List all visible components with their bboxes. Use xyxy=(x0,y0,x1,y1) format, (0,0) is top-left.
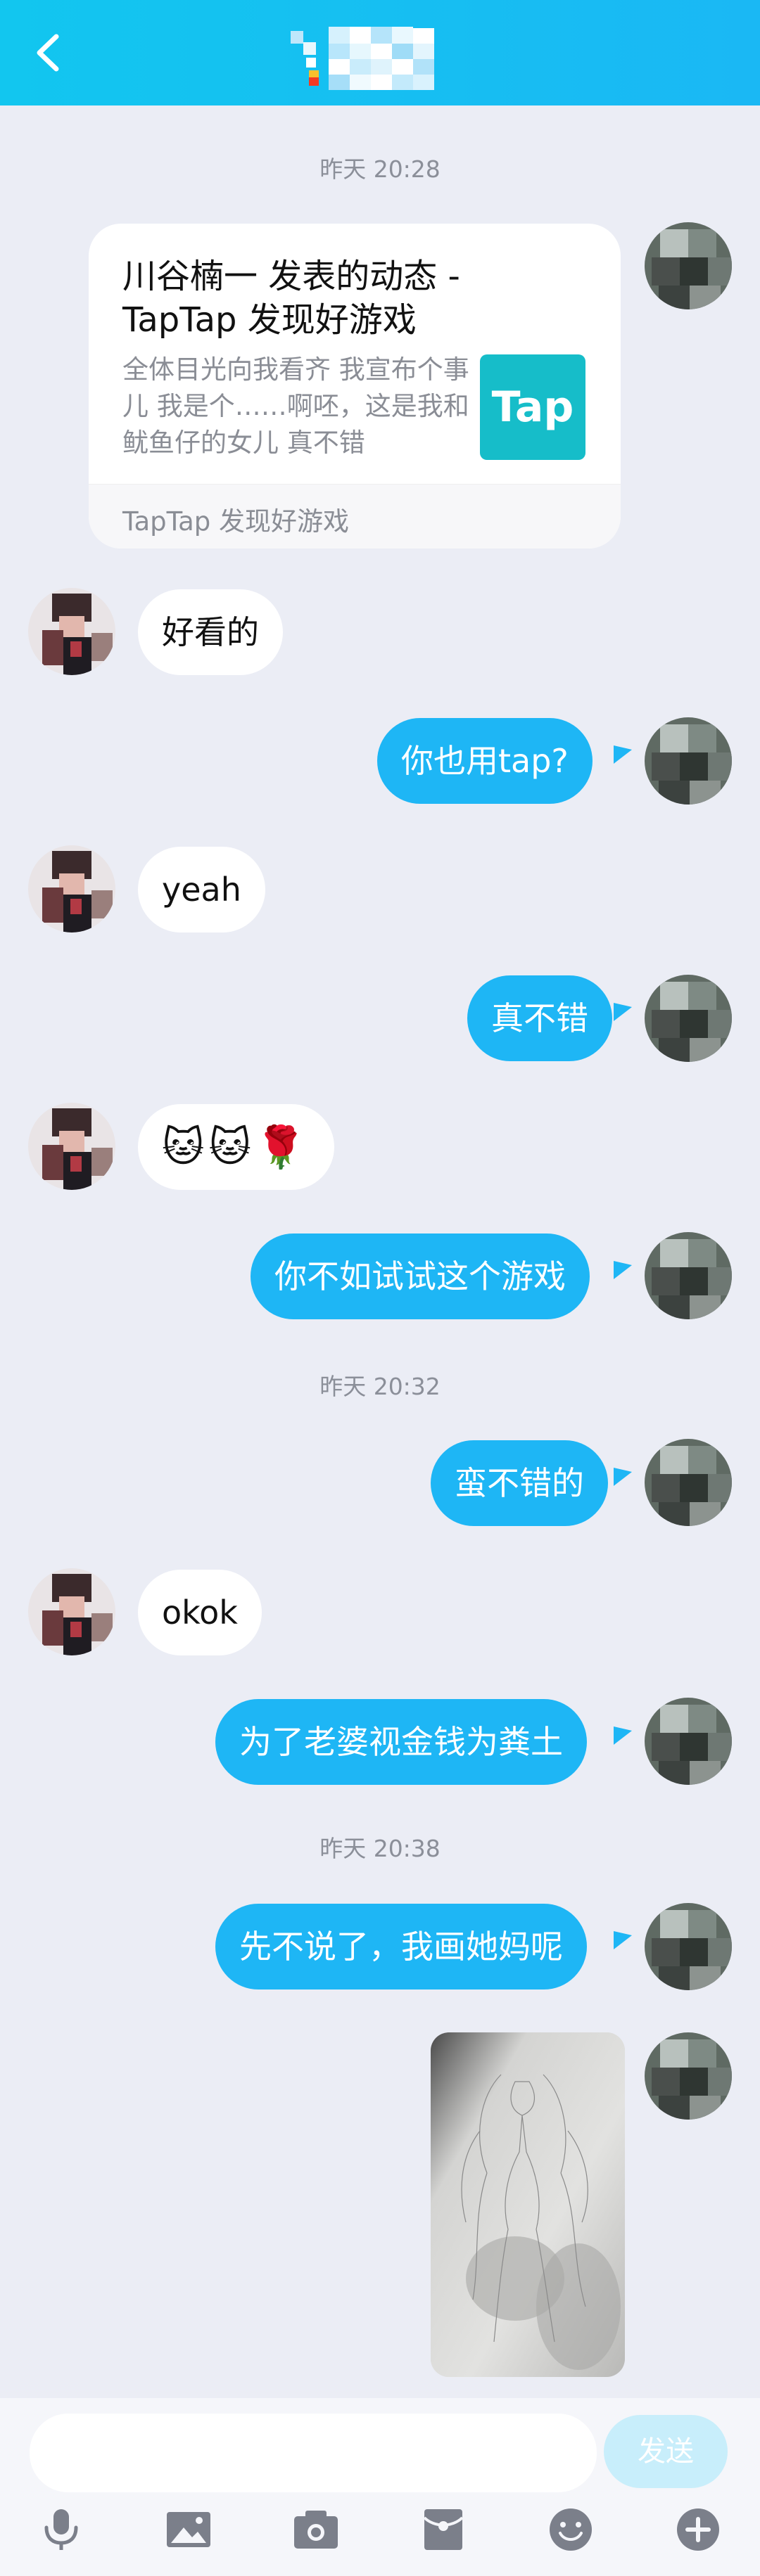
card-title: 川谷楠一 发表的动态 - TapTap 发现好游戏 xyxy=(122,257,460,340)
card-footer: TapTap 发现好游戏 xyxy=(89,484,621,549)
chevron-left-icon[interactable] xyxy=(28,28,70,77)
card-source: TapTap 发现好游戏 xyxy=(122,506,350,537)
message-bubble-outgoing[interactable]: 真不错 xyxy=(467,975,612,1061)
red-packet-icon[interactable] xyxy=(419,2505,468,2554)
avatar-self[interactable] xyxy=(645,1698,732,1785)
emoji-icon[interactable] xyxy=(546,2505,595,2554)
microphone-icon[interactable] xyxy=(37,2505,86,2554)
camera-icon[interactable] xyxy=(291,2505,341,2554)
avatar-self[interactable] xyxy=(645,1439,732,1526)
timestamp: 昨天 20:28 xyxy=(319,155,441,183)
bubble-tail xyxy=(614,1003,632,1021)
avatar-friend[interactable] xyxy=(28,1103,115,1190)
message-input[interactable] xyxy=(30,2414,597,2492)
avatar-self[interactable] xyxy=(645,975,732,1062)
sketch-photo-message[interactable] xyxy=(431,2032,625,2377)
message-bubble-incoming[interactable]: yeah xyxy=(138,847,265,933)
avatar-friend[interactable] xyxy=(28,588,115,675)
chat-title-pixelated xyxy=(285,14,447,91)
avatar-self[interactable] xyxy=(645,717,732,805)
avatar-self[interactable] xyxy=(645,1232,732,1319)
avatar-friend[interactable] xyxy=(28,845,115,933)
bubble-tail xyxy=(614,1931,632,1949)
message-bubble-incoming[interactable]: okok xyxy=(138,1570,262,1655)
avatar-self[interactable] xyxy=(645,1903,732,1990)
card-description: 全体目光向我看齐 我宣布个事儿 我是个……啊呸，这是我和鱿鱼仔的女儿 真不错 xyxy=(122,354,469,458)
message-bubble-outgoing[interactable]: 你也用tap? xyxy=(377,718,593,804)
message-bubble-outgoing[interactable]: 先不说了，我画她妈呢 xyxy=(215,1904,587,1989)
plus-icon[interactable] xyxy=(673,2505,723,2554)
send-button[interactable]: 发送 xyxy=(604,2415,728,2488)
pencil-sketch-image xyxy=(431,2032,625,2377)
message-bubble-outgoing[interactable]: 为了老婆视金钱为粪土 xyxy=(215,1699,587,1785)
bubble-tail xyxy=(614,1468,632,1486)
avatar-self[interactable] xyxy=(645,222,732,309)
avatar-self[interactable] xyxy=(645,2032,732,2120)
message-bubble-incoming[interactable]: 好看的 xyxy=(138,589,283,675)
timestamp: 昨天 20:32 xyxy=(319,1373,441,1400)
bubble-tail xyxy=(614,1726,632,1745)
message-bubble-outgoing[interactable]: 你不如试试这个游戏 xyxy=(251,1233,590,1319)
bubble-tail xyxy=(614,1261,632,1279)
avatar-friend[interactable] xyxy=(28,1568,115,1655)
message-bubble-incoming-emoji[interactable]: 🐱🐱🌹 xyxy=(138,1104,335,1190)
bubble-tail xyxy=(614,745,632,764)
top-bar xyxy=(0,0,760,105)
shared-link-card[interactable]: 川谷楠一 发表的动态 - TapTap 发现好游戏 全体目光向我看齐 我宣布个事… xyxy=(89,224,621,549)
image-icon[interactable] xyxy=(164,2505,213,2554)
taptap-logo: Tap xyxy=(480,354,585,460)
message-bubble-outgoing[interactable]: 蛮不错的 xyxy=(431,1440,608,1526)
timestamp: 昨天 20:38 xyxy=(319,1835,441,1862)
